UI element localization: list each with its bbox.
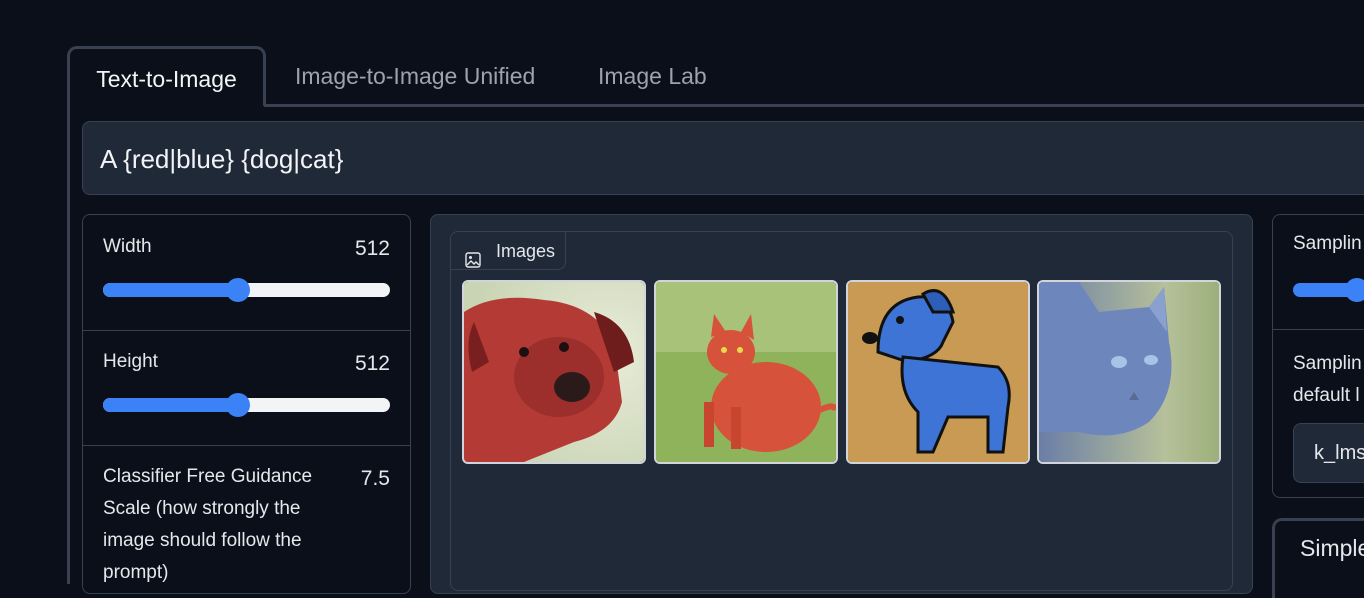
steps-slider-thumb[interactable] xyxy=(1345,278,1364,302)
red-cat-image[interactable] xyxy=(654,280,838,464)
width-slider[interactable] xyxy=(103,278,390,302)
height-value[interactable]: 512 xyxy=(355,352,390,376)
sampler-settings-panel: Samplin Samplin default l k_lms xyxy=(1272,214,1364,498)
steps-setting: Samplin xyxy=(1273,215,1364,330)
tab-text-to-image[interactable]: Text-to-Image xyxy=(67,46,266,106)
sampler-label: Samplin default l xyxy=(1293,353,1362,406)
height-slider-fill xyxy=(103,398,238,412)
width-slider-thumb[interactable] xyxy=(225,278,250,302)
tab-image-to-image-unified[interactable]: Image-to-Image Unified xyxy=(295,46,535,106)
cfg-setting: Classifier Free Guidance Scale (how stro… xyxy=(83,445,410,593)
width-value[interactable]: 512 xyxy=(355,237,390,261)
image-icon xyxy=(465,243,481,281)
gallery-label: Images xyxy=(451,232,566,270)
generation-settings-panel: Width 512 Height 512 Classifier Free Gui… xyxy=(82,214,411,594)
width-label: Width xyxy=(103,236,152,257)
height-setting: Height 512 xyxy=(83,330,410,446)
steps-label: Samplin xyxy=(1293,233,1362,254)
blue-cat-image[interactable] xyxy=(1037,280,1221,464)
tab-simple-label: Simple xyxy=(1300,535,1364,561)
height-slider-thumb[interactable] xyxy=(225,393,250,417)
height-label: Height xyxy=(103,351,158,372)
width-slider-fill xyxy=(103,283,238,297)
tab-image-lab[interactable]: Image Lab xyxy=(598,46,707,106)
gallery-label-text: Images xyxy=(496,241,556,261)
sampler-dropdown[interactable]: k_lms xyxy=(1293,423,1364,483)
tab-simple[interactable]: Simple xyxy=(1272,518,1364,598)
red-dog-image[interactable] xyxy=(462,280,646,464)
cfg-value[interactable]: 7.5 xyxy=(361,467,390,491)
cfg-label: Classifier Free Guidance Scale (how stro… xyxy=(103,466,313,583)
width-setting: Width 512 xyxy=(83,215,410,331)
prompt-input[interactable]: A {red|blue} {dog|cat} xyxy=(82,121,1364,195)
height-slider[interactable] xyxy=(103,393,390,417)
blue-dog-image[interactable] xyxy=(846,280,1030,464)
